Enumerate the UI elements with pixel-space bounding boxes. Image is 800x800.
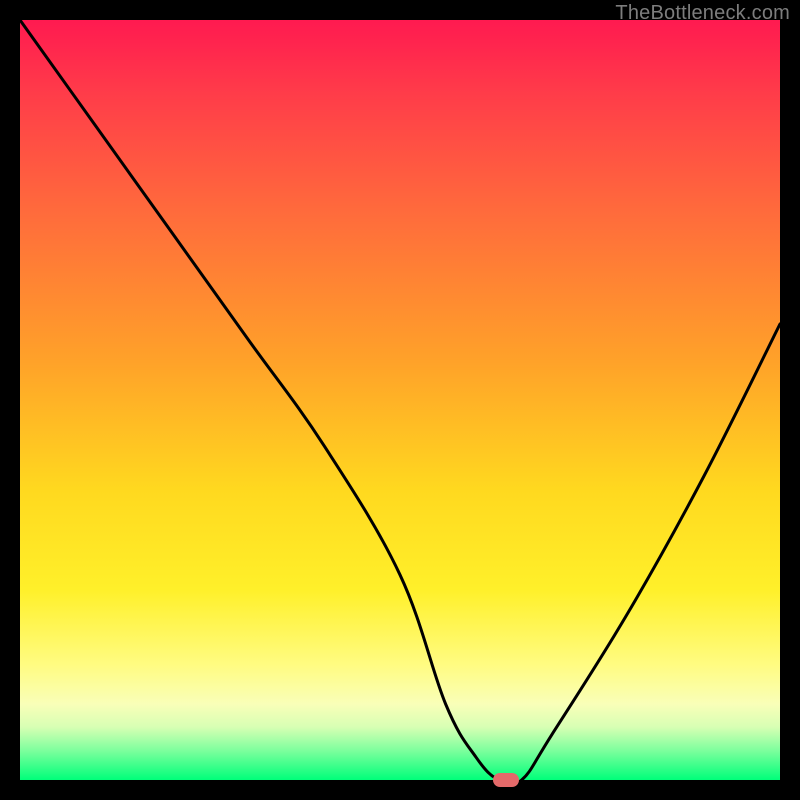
chart-frame: TheBottleneck.com — [0, 0, 800, 800]
plot-area — [20, 20, 780, 780]
optimal-point-marker — [493, 773, 519, 787]
bottleneck-curve-line — [20, 20, 780, 780]
curve-svg — [20, 20, 780, 780]
